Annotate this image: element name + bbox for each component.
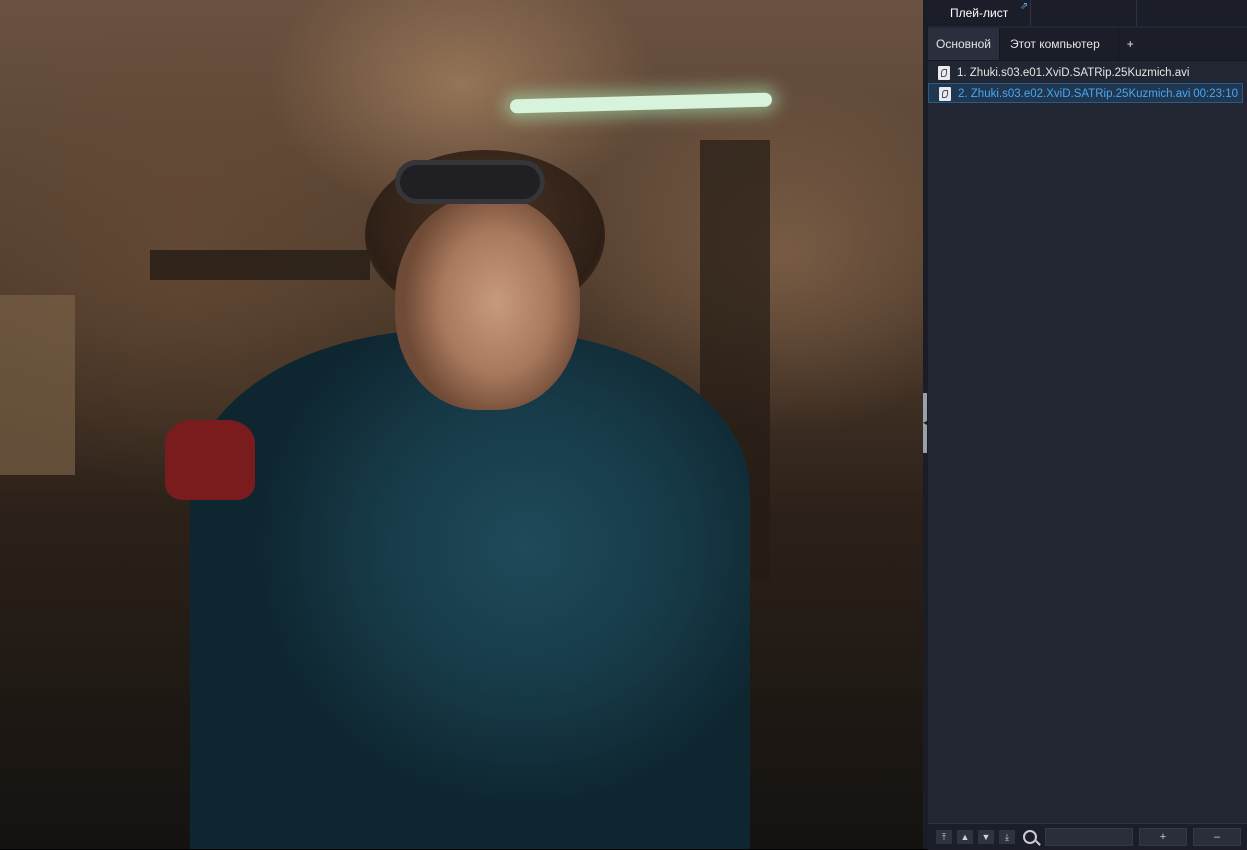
move-top-icon[interactable]: ⤒: [936, 830, 952, 844]
video-frame[interactable]: [0, 0, 923, 849]
header-empty-cell: [1031, 0, 1137, 26]
move-down-icon[interactable]: ▼: [978, 830, 994, 844]
playlist-tabs: Основной Этот компьютер +: [928, 28, 1247, 61]
playlist-list: 1. Zhuki.s03.e01.XviD.SATRip.25Kuzmich.a…: [928, 63, 1247, 103]
person-face: [395, 195, 580, 410]
playlist-item-title: 2. Zhuki.s03.e02.XviD.SATRip.25Kuzmich.a…: [958, 88, 1191, 100]
tab-this-computer[interactable]: Этот компьютер: [999, 28, 1118, 60]
playlist-header: Плей-лист ⇗: [928, 0, 1247, 26]
remove-button[interactable]: –: [1193, 828, 1241, 846]
playlist-item[interactable]: 1. Zhuki.s03.e01.XviD.SATRip.25Kuzmich.a…: [928, 63, 1247, 83]
playlist-footer: ⤒ ▲ ▼ ⤓ + –: [928, 823, 1247, 850]
tab-main[interactable]: Основной: [928, 28, 1000, 60]
playlist-panel: Плей-лист ⇗ Основной Этот компьютер + 1.…: [928, 0, 1247, 850]
person-glove: [165, 420, 255, 500]
move-up-icon[interactable]: ▲: [957, 830, 973, 844]
fluorescent-lamp: [509, 92, 773, 114]
splitter-grip[interactable]: ◀: [923, 393, 929, 453]
background-crate: [0, 295, 75, 475]
playlist-title: Плей-лист: [950, 6, 1009, 20]
file-icon: [939, 87, 951, 101]
search-input[interactable]: [1045, 828, 1133, 846]
move-bottom-icon[interactable]: ⤓: [999, 830, 1015, 844]
person-goggles: [395, 160, 545, 204]
playlist-item-selected[interactable]: 2. Zhuki.s03.e02.XviD.SATRip.25Kuzmich.a…: [928, 83, 1243, 103]
playlist-item-title: 1. Zhuki.s03.e01.XviD.SATRip.25Kuzmich.a…: [957, 67, 1190, 79]
search-icon[interactable]: [1023, 830, 1037, 844]
playlist-title-tab[interactable]: Плей-лист ⇗: [928, 0, 1031, 26]
external-link-icon[interactable]: ⇗: [1020, 2, 1028, 12]
background-shelf: [150, 250, 370, 280]
header-empty-cell: [1137, 0, 1247, 26]
tab-add[interactable]: +: [1117, 28, 1142, 60]
playlist-item-duration: 00:23:10: [1193, 88, 1238, 100]
add-button[interactable]: +: [1139, 828, 1187, 846]
file-icon: [938, 66, 950, 80]
